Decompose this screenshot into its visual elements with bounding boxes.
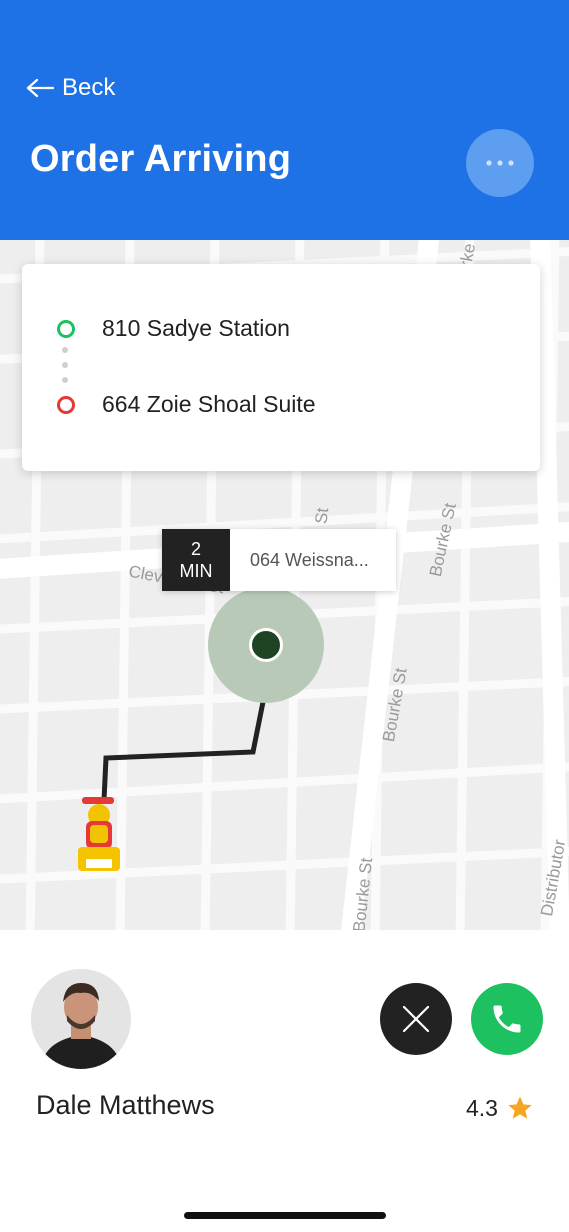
- courier-photo: [31, 969, 131, 1069]
- courier-rating: 4.3: [466, 1094, 534, 1122]
- star-icon: [508, 1096, 532, 1119]
- more-button[interactable]: [466, 129, 534, 197]
- avatar[interactable]: [31, 969, 131, 1069]
- eta-address: 064 Weissna...: [250, 549, 369, 570]
- eta-minutes: 2: [190, 539, 201, 559]
- eta-chip[interactable]: 2 MIN 064 Weissna...: [162, 529, 396, 591]
- courier-scooter-icon: [78, 797, 120, 871]
- route-card: 810 Sadye Station 664 Zoie Shoal Suite: [22, 264, 540, 471]
- page-title: Order Arriving: [30, 138, 292, 180]
- eta-time: 2 MIN: [162, 529, 230, 591]
- more-icon: [486, 160, 514, 166]
- route-dot: [62, 347, 68, 353]
- rating-value: 4.3: [466, 1094, 498, 1121]
- cancel-button[interactable]: [380, 983, 452, 1055]
- eta-unit: MIN: [179, 561, 213, 581]
- header: Beck Order Arriving: [0, 0, 569, 240]
- back-arrow-icon: [26, 78, 54, 98]
- phone-icon: [493, 1005, 521, 1033]
- call-button[interactable]: [471, 983, 543, 1055]
- close-icon: [402, 1005, 430, 1033]
- home-indicator[interactable]: [184, 1212, 386, 1219]
- origin-marker-icon: [57, 320, 75, 338]
- destination-pin[interactable]: [249, 628, 283, 662]
- route-dot: [62, 362, 68, 368]
- back-label: Beck: [62, 74, 116, 101]
- destination-marker-icon: [57, 396, 75, 414]
- courier-name: Dale Matthews: [36, 1090, 215, 1120]
- destination-address: 664 Zoie Shoal Suite: [102, 391, 316, 417]
- back-button[interactable]: Beck: [26, 74, 115, 102]
- origin-address: 810 Sadye Station: [102, 315, 290, 341]
- route-dot: [62, 377, 68, 383]
